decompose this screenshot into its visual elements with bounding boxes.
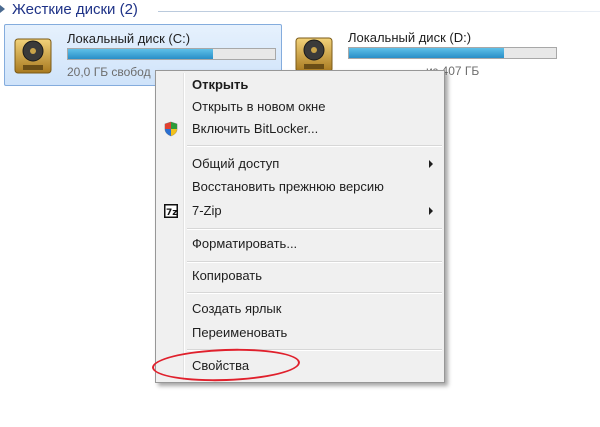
hard-drive-icon [14,38,52,74]
menu-item-create-shortcut[interactable]: Создать ярлык [158,298,442,320]
drive-usage-bar [348,47,557,59]
menu-item-label: Копировать [192,268,262,283]
menu-item-label: Восстановить прежнюю версию [192,179,384,194]
submenu-arrow-icon [429,160,433,168]
menu-item-format[interactable]: Форматировать... [158,233,442,255]
group-divider [158,11,600,12]
menu-item-label: Форматировать... [192,236,298,251]
menu-separator [187,292,442,294]
menu-item-open-new-window[interactable]: Открыть в новом окне [158,96,442,118]
drive-name: Локальный диск (C:) [67,31,191,46]
menu-item-label: Переименовать [192,325,288,340]
menu-item-rename[interactable]: Переименовать [158,322,442,344]
menu-item-label: 7-Zip [192,203,222,218]
svg-text:7z: 7z [166,208,178,218]
menu-separator [187,145,442,147]
menu-item-bitlocker[interactable]: Включить BitLocker... [158,118,442,140]
context-menu: Открыть Открыть в новом окне Включить Bi… [155,70,445,383]
shield-icon [164,121,178,137]
drive-usage-fill [349,48,505,58]
menu-item-copy[interactable]: Копировать [158,265,442,287]
menu-item-open[interactable]: Открыть [158,74,442,96]
menu-item-label: Открыть в новом окне [192,99,326,114]
7zip-icon: 7z [164,204,178,218]
menu-item-share[interactable]: Общий доступ [158,153,442,175]
menu-separator [187,228,442,230]
group-title: Жесткие диски (2) [12,1,138,18]
drive-usage-bar [67,48,276,60]
menu-item-label: Создать ярлык [192,301,282,316]
menu-item-label: Включить BitLocker... [192,121,319,136]
drive-usage-fill [68,49,213,59]
drive-name: Локальный диск (D:) [348,30,472,45]
menu-item-7zip[interactable]: 7z 7-Zip [158,200,442,222]
collapse-arrow-icon[interactable] [0,5,5,13]
submenu-arrow-icon [429,207,433,215]
group-header[interactable]: Жесткие диски (2) [0,0,600,22]
menu-item-label: Общий доступ [192,156,280,171]
menu-separator [187,261,442,263]
drive-free-space: 20,0 ГБ свобод [67,65,151,79]
menu-item-restore-version[interactable]: Восстановить прежнюю версию [158,176,442,198]
menu-item-label: Открыть [192,77,249,92]
